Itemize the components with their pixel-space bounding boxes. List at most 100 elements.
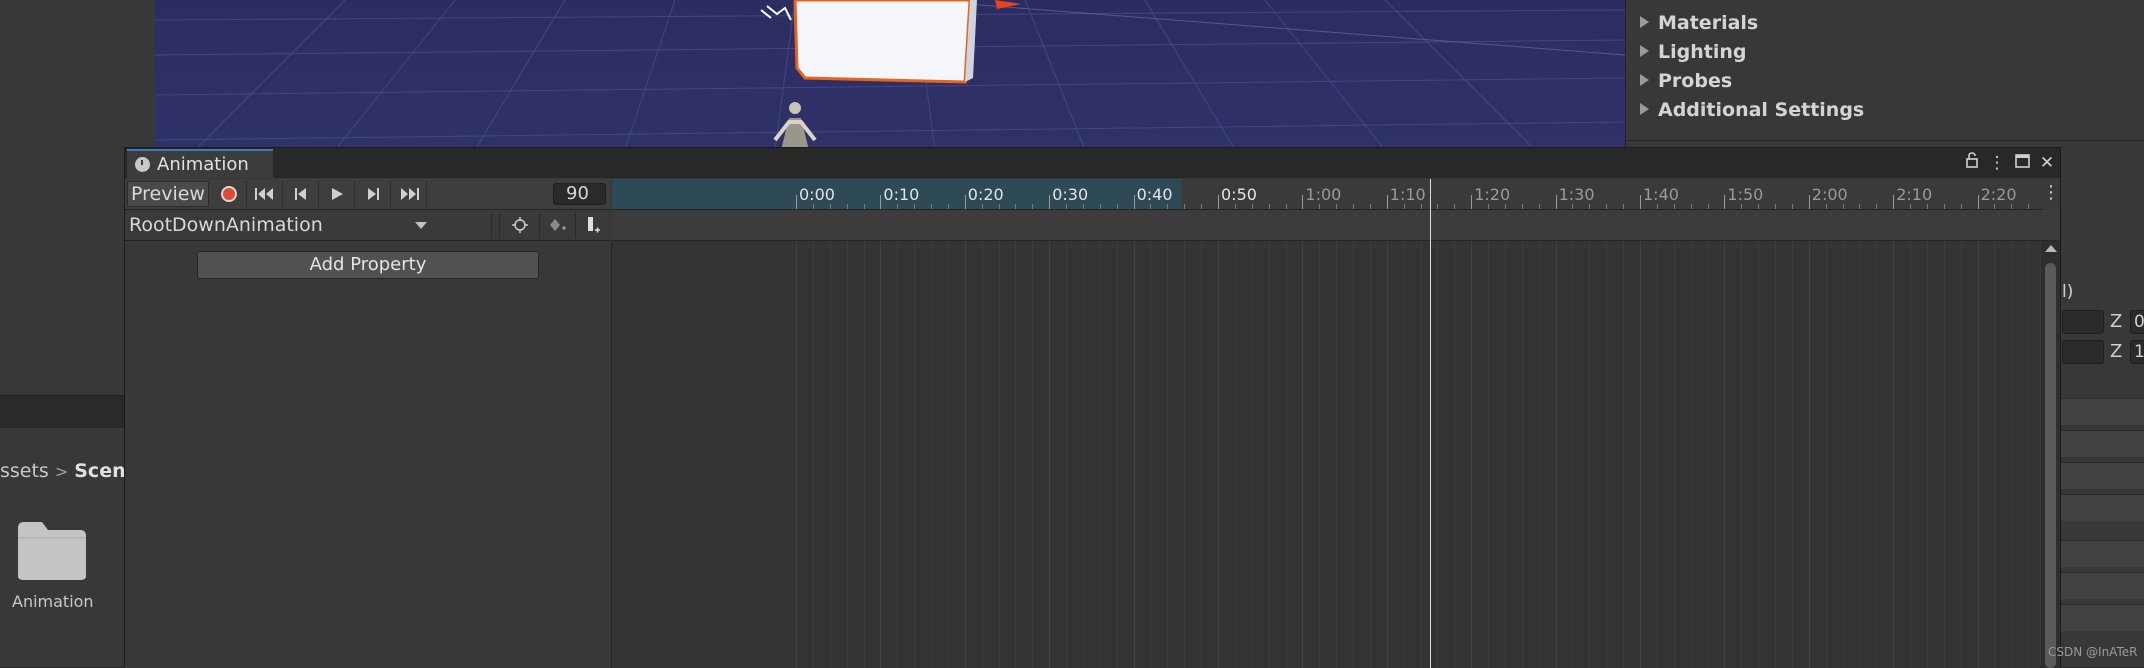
close-icon[interactable]: ✕	[2037, 152, 2057, 174]
clip-selector-dropdown[interactable]: RootDownAnimation	[129, 210, 439, 240]
pane-divider-bar	[0, 395, 125, 429]
ruler-tick-minor	[1572, 204, 1574, 209]
ruler-tick-label: 0:50	[1221, 185, 1257, 204]
dopesheet-grid-line	[1555, 241, 1557, 668]
dopesheet-grid-line	[1791, 241, 1793, 668]
folder-item-animation[interactable]: Animation	[12, 520, 94, 611]
scene-view[interactable]	[155, 0, 1625, 150]
kebab-menu-icon[interactable]: ⋮	[1987, 152, 2007, 174]
ruler-tick-minor	[1538, 204, 1540, 209]
dopesheet-grid-line	[1184, 241, 1186, 668]
last-keyframe-icon	[400, 188, 419, 200]
dopesheet-grid-line	[1538, 241, 1540, 668]
ruler-tick-minor	[1589, 204, 1591, 209]
crosshair-icon	[511, 217, 528, 233]
dopesheet-grid-line	[1218, 241, 1219, 668]
inspector-section-probes[interactable]: Probes	[1640, 70, 1732, 92]
scroll-up-arrow-icon[interactable]	[2045, 245, 2057, 252]
inspector-field-z[interactable]: 1	[2130, 340, 2144, 364]
dopesheet-area[interactable]	[612, 241, 2040, 668]
prev-keyframe-icon	[294, 188, 306, 200]
vertical-scrollbar[interactable]	[2041, 241, 2060, 668]
last-keyframe-button[interactable]	[391, 181, 427, 207]
first-keyframe-button[interactable]	[247, 181, 283, 207]
chevron-right-icon: >	[54, 462, 69, 481]
dopesheet-grid-line	[1488, 241, 1490, 668]
dopesheet-grid-line	[1403, 241, 1405, 668]
folder-icon	[18, 522, 86, 580]
chevron-down-icon	[415, 222, 427, 229]
filter-by-selection-button[interactable]	[499, 212, 539, 238]
dopesheet-grid-line	[2011, 241, 2013, 668]
ruler-tick-minor	[1403, 204, 1405, 209]
add-property-button[interactable]: Add Property	[197, 251, 539, 279]
dopesheet-grid-line	[1302, 241, 1304, 668]
ruler-tick-label: 2:10	[1896, 185, 1933, 204]
ruler-tick-minor	[1437, 204, 1439, 209]
ruler-tick-minor	[863, 204, 865, 209]
inspector-field-z[interactable]: 0	[2130, 310, 2144, 334]
ruler-tick-major	[1386, 195, 1388, 209]
ruler-tick-major	[1302, 195, 1304, 209]
kebab-menu-icon[interactable]: ⋮	[2042, 179, 2060, 209]
dopesheet-grid-line	[1673, 241, 1675, 668]
animation-toolbar: Preview 90	[125, 179, 611, 210]
add-keyframe-button[interactable]	[539, 212, 575, 238]
ruler-tick-minor	[1656, 204, 1658, 209]
breadcrumb-item[interactable]: ssets	[0, 460, 49, 482]
next-keyframe-button[interactable]	[355, 181, 391, 207]
tab-animation[interactable]: Animation	[127, 149, 273, 178]
dopesheet-grid-line	[1977, 241, 1979, 668]
dopesheet-grid-line	[1623, 241, 1625, 668]
inspector-field[interactable]	[2062, 310, 2104, 334]
ruler-tick-minor	[1775, 204, 1777, 209]
ruler-tick-major	[880, 195, 882, 209]
play-button[interactable]	[319, 181, 355, 207]
axis-label-z: Z	[2110, 341, 2123, 362]
inspector-section-materials[interactable]: Materials	[1640, 12, 1758, 34]
ruler-tick-label: 1:20	[1474, 185, 1511, 204]
ruler-tick-minor	[1336, 204, 1338, 209]
record-button[interactable]	[211, 181, 247, 207]
ruler-tick-label: 1:00	[1305, 185, 1342, 204]
dopesheet-grid-line	[1808, 241, 1810, 668]
cube-object	[793, 0, 1021, 84]
inspector-section-additional-settings[interactable]: Additional Settings	[1640, 99, 1864, 121]
inspector-row	[2060, 540, 2144, 567]
ruler-tick-minor	[1420, 204, 1422, 209]
dopesheet-grid-line	[931, 241, 933, 668]
next-keyframe-icon	[367, 188, 379, 200]
scrollbar-thumb[interactable]	[2045, 263, 2056, 668]
dopesheet-grid-line	[1116, 241, 1118, 668]
ruler-tick-major	[1218, 195, 1219, 209]
ruler-tick-minor	[1201, 204, 1203, 209]
inspector-section-lighting[interactable]: Lighting	[1640, 41, 1746, 63]
frame-number-field[interactable]: 90	[553, 183, 606, 205]
inspector-divider	[1625, 140, 2144, 141]
preview-button[interactable]: Preview	[127, 181, 209, 207]
section-label: Probes	[1658, 70, 1733, 92]
inspector-field[interactable]	[2062, 340, 2104, 364]
ruler-tick-minor	[1707, 204, 1709, 209]
ruler-tick-minor	[981, 204, 983, 209]
ruler-tick-minor	[1859, 204, 1861, 209]
record-icon	[220, 186, 237, 202]
lock-icon[interactable]	[1962, 152, 1982, 174]
event-strip[interactable]	[612, 210, 2060, 241]
maximize-icon[interactable]	[2012, 152, 2032, 174]
prev-keyframe-button[interactable]	[283, 181, 319, 207]
ruler-tick-minor	[1926, 204, 1928, 209]
add-event-button[interactable]	[575, 212, 611, 238]
ruler-tick-label: 1:30	[1558, 185, 1595, 204]
dopesheet-grid-line	[1775, 241, 1777, 668]
dopesheet-grid-line	[1133, 241, 1135, 668]
hand-cursor	[760, 5, 792, 21]
ruler-tick-major	[1555, 195, 1557, 209]
dopesheet-grid-line	[796, 241, 797, 668]
playhead-line[interactable]	[1430, 179, 1431, 668]
ruler-tick-major	[1977, 195, 1979, 209]
ruler-tick-label: 0:10	[883, 185, 920, 204]
dopesheet-grid-line	[1656, 241, 1658, 668]
timeline-ruler[interactable]: 0:00 0:10 0:20 0:30 0:40 0:50 1:00 1:10 1:20 1:30…	[612, 179, 2042, 210]
ruler-tick-minor	[1825, 204, 1827, 209]
